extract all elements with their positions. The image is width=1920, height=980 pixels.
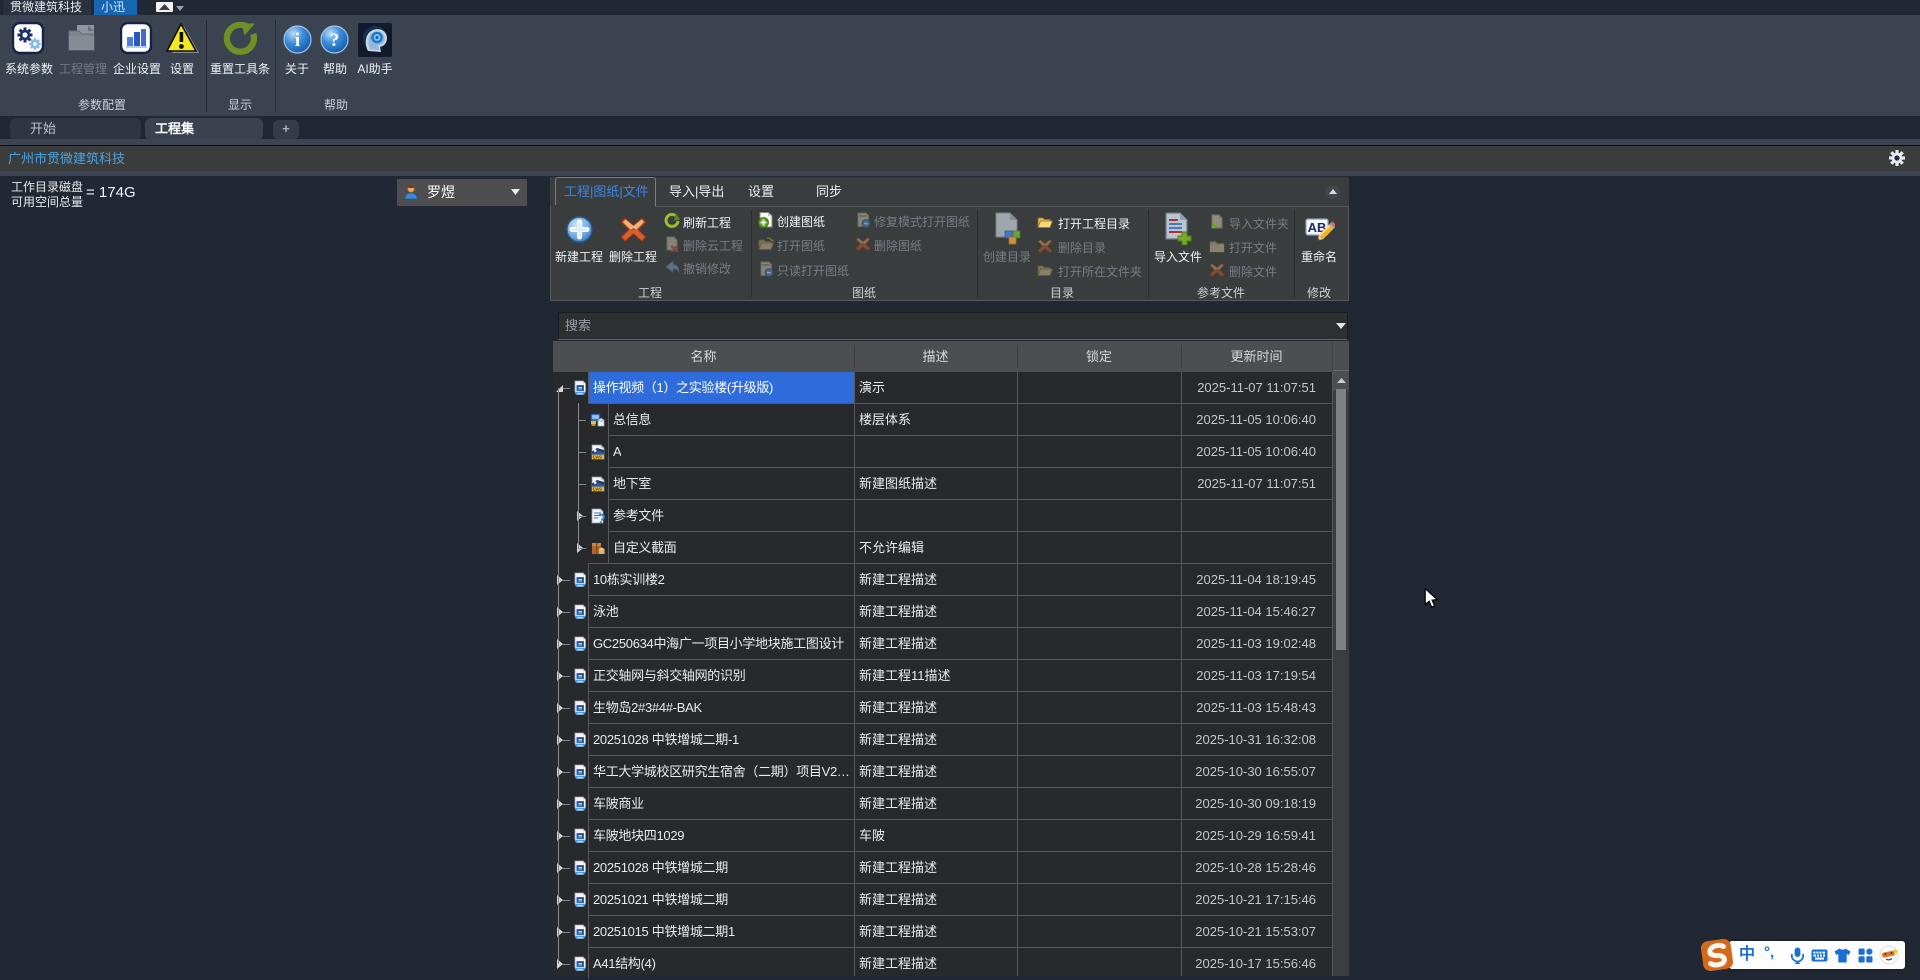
svg-text:i: i [295, 30, 301, 51]
svg-text:CAS: CAS [593, 455, 602, 460]
svg-text:?: ? [330, 30, 340, 51]
svg-text:CAS: CAS [593, 487, 602, 492]
